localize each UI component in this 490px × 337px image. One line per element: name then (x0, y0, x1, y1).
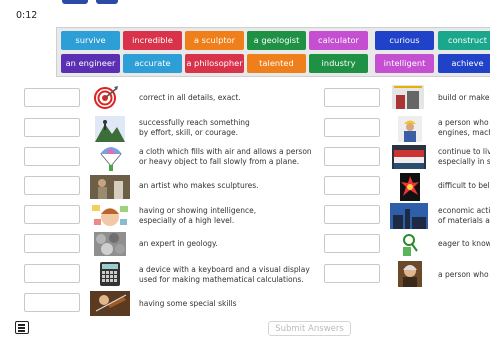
tile-incredible[interactable]: incredible (123, 31, 182, 50)
left-row-6: an expert in geology. (0, 232, 320, 262)
right-row-2: a person who engines, mach (320, 116, 490, 146)
answer-drop-box[interactable] (24, 293, 80, 312)
tile-survive[interactable]: survive (61, 31, 120, 50)
lifeboat-photo (392, 145, 426, 169)
rocks-photo (94, 232, 126, 256)
answer-drop-box[interactable] (324, 264, 380, 283)
right-row-3: continue to liv especially in s (320, 145, 490, 175)
tile-industry[interactable]: industry (309, 54, 368, 73)
definition-text: having or showing intelligence, especial… (139, 206, 257, 225)
tile-talented[interactable]: talented (247, 54, 306, 73)
philosopher-portrait (398, 261, 422, 287)
definition-text: a device with a keyboard and a visual di… (139, 265, 310, 284)
left-row-5: having or showing intelligence, especial… (0, 203, 320, 233)
answer-drop-box[interactable] (24, 147, 80, 166)
answer-drop-box[interactable] (24, 88, 80, 107)
tile-achieve[interactable]: achieve (438, 54, 490, 73)
menu-icon[interactable] (15, 321, 29, 334)
tile-accurate[interactable]: accurate (123, 54, 182, 73)
left-row-8: having some special skills (0, 291, 320, 321)
calculator-icon (100, 262, 120, 286)
definition-text: difficult to bel (438, 181, 490, 190)
definition-text: having some special skills (139, 299, 237, 308)
left-row-3: a cloth which fills with air and allows … (0, 145, 320, 175)
right-row-1: build or make (320, 85, 490, 118)
tile-a-geologist[interactable]: a geologist (247, 31, 306, 50)
left-row-7: a device with a keyboard and a visual di… (0, 262, 320, 292)
tile-a-sculptor[interactable]: a sculptor (185, 31, 244, 50)
definition-text: an artist who makes sculptures. (139, 181, 259, 190)
magnifier-person-icon (400, 232, 420, 256)
answer-drop-box[interactable] (324, 176, 380, 195)
answer-drop-box[interactable] (24, 264, 80, 283)
building-icon (392, 85, 424, 109)
tile-construct[interactable]: construct (438, 31, 490, 50)
tile-curious[interactable]: curious (375, 31, 434, 50)
definition-text: a cloth which fills with air and allows … (139, 147, 312, 166)
answer-tiles-tray: survive incredible a sculptor a geologis… (56, 27, 490, 77)
definition-text: correct in all details, exact. (139, 93, 241, 102)
tile-an-engineer[interactable]: an engineer (61, 54, 120, 73)
answer-drop-box[interactable] (324, 88, 380, 107)
answer-drop-box[interactable] (324, 205, 380, 224)
right-row-4: difficult to bel (320, 173, 490, 203)
definition-text: a person who engines, mach (438, 118, 490, 137)
tile-a-philosopher[interactable]: a philosopher (185, 54, 244, 73)
factory-photo (390, 203, 428, 229)
answer-drop-box[interactable] (324, 147, 380, 166)
right-row-7: a person who (320, 261, 490, 292)
answer-drop-box[interactable] (24, 176, 80, 195)
definition-text: build or make (438, 93, 490, 102)
left-row-4: an artist who makes sculptures. (0, 173, 320, 203)
answer-drop-box[interactable] (24, 118, 80, 137)
thinking-person-icon (92, 203, 128, 229)
definition-text: a person who (438, 270, 489, 279)
answer-drop-box[interactable] (24, 205, 80, 224)
right-row-5: economic acti of materials a (320, 203, 490, 233)
tile-calculator[interactable]: calculator (309, 31, 368, 50)
definition-text: economic acti of materials a (438, 206, 490, 225)
tile-intelligent[interactable]: intelligent (375, 54, 434, 73)
left-row-2: successfully reach something by effort, … (0, 116, 320, 146)
definition-text: successfully reach something by effort, … (139, 118, 250, 137)
engineer-icon (398, 116, 422, 142)
submit-answers-button[interactable]: Submit Answers (268, 321, 351, 336)
violinist-photo (90, 291, 130, 316)
answer-drop-box[interactable] (324, 234, 380, 253)
definition-text: eager to know (438, 239, 490, 248)
answer-drop-box[interactable] (24, 234, 80, 253)
sculptor-photo (90, 175, 130, 199)
parachute-icon (98, 144, 124, 172)
definition-text: an expert in geology. (139, 239, 218, 248)
timer: 0:12 (16, 10, 38, 21)
explosion-icon (400, 173, 420, 201)
left-row-1: correct in all details, exact. (0, 85, 320, 118)
right-row-6: eager to know (320, 232, 490, 262)
definition-text: continue to liv especially in s (438, 147, 490, 166)
answer-drop-box[interactable] (324, 118, 380, 137)
mountain-climber-icon (95, 116, 125, 142)
top-banner (0, 0, 490, 8)
target-arrow-icon (93, 85, 119, 109)
